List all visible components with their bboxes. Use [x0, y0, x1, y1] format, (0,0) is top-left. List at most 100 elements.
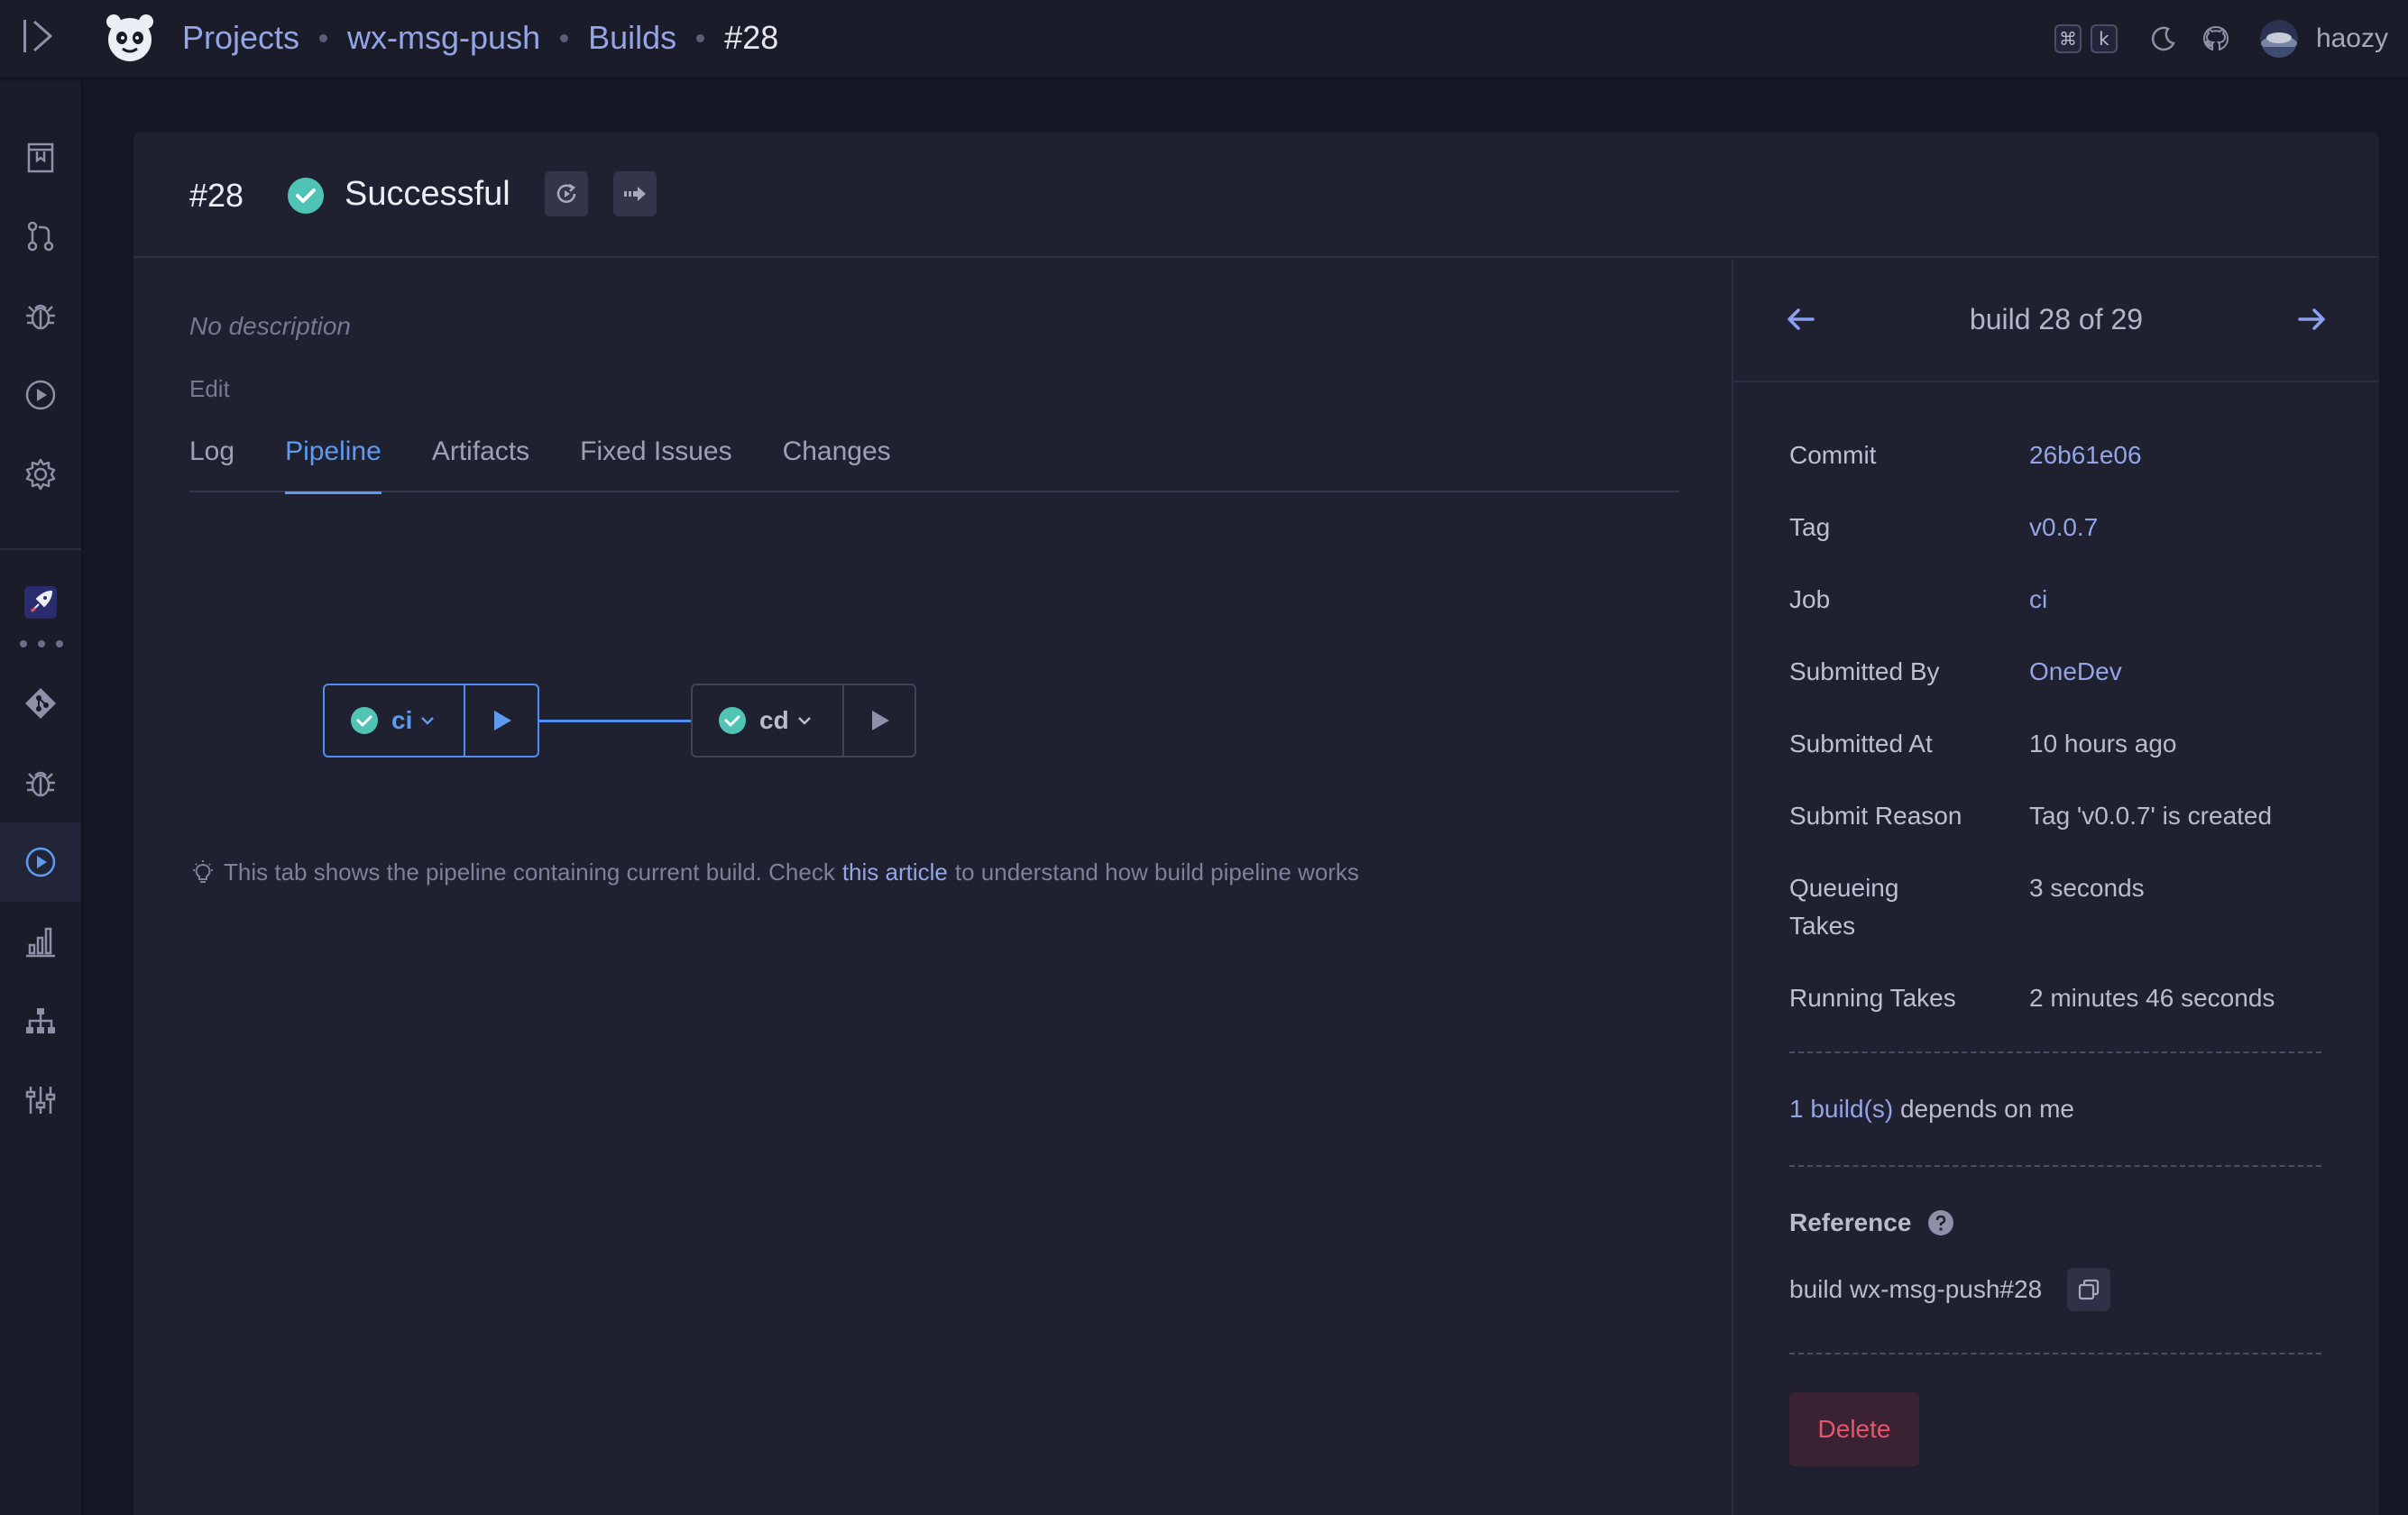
prop-tag: Tag v0.0.7 [1789, 509, 2321, 546]
rebuild-button[interactable] [545, 171, 588, 216]
arrow-right-icon[interactable] [2293, 299, 2332, 339]
tip-text-end: to understand how build pipeline works [954, 858, 1359, 886]
build-main-content: No description Edit Log Pipeline Artifac… [133, 260, 1730, 1515]
job-label: ci [391, 706, 413, 734]
tip-text: This tab shows the pipeline containing c… [224, 858, 835, 886]
dependents-link[interactable]: 1 build(s) [1789, 1095, 1893, 1123]
sidebar-item-builds[interactable] [0, 355, 81, 435]
tab-artifacts[interactable]: Artifacts [432, 436, 529, 492]
prop-key: Running Takes [1789, 984, 1956, 1012]
success-check-icon [351, 707, 378, 734]
forward-stream-icon [624, 187, 646, 201]
play-circle-icon [25, 380, 56, 410]
user-avatar[interactable] [2259, 20, 2298, 58]
dependents-info: 1 build(s) depends on me [1789, 1095, 2321, 1124]
breadcrumb-separator [319, 33, 328, 42]
prop-queueing-takes: Queueing Takes 3 seconds [1789, 869, 2321, 945]
prop-key: Queueing Takes [1789, 874, 1899, 940]
run-ci-button[interactable] [465, 685, 538, 756]
edit-description-link[interactable]: Edit [189, 375, 230, 403]
topbar-actions: ⌘ k haozy [2054, 16, 2408, 61]
prop-key: Job [1789, 585, 1831, 613]
breadcrumb-project[interactable]: wx-msg-push [347, 19, 540, 57]
prop-key: Submitted By [1789, 657, 1940, 685]
command-key-hint[interactable]: ⌘ [2054, 24, 2082, 53]
run-job-button[interactable] [613, 171, 657, 216]
github-icon[interactable] [2201, 23, 2231, 54]
projects-icon [27, 142, 54, 173]
success-check-icon [287, 177, 325, 215]
play-icon [872, 711, 889, 730]
breadcrumb: Projects wx-msg-push Builds #28 [182, 15, 778, 60]
job-cd-dropdown[interactable]: cd [693, 685, 844, 756]
sidebar [0, 81, 83, 1515]
lightbulb-icon [193, 859, 213, 883]
prop-value: 2 minutes 46 seconds [2029, 984, 2275, 1012]
breadcrumb-separator [696, 33, 705, 42]
tab-log[interactable]: Log [189, 436, 234, 492]
divider [1789, 1051, 2321, 1053]
reference-value-row: build wx-msg-push#28 [1789, 1268, 2321, 1311]
reference-value: build wx-msg-push#28 [1789, 1275, 2043, 1303]
job-ci-dropdown[interactable]: ci [325, 685, 465, 756]
copy-reference-button[interactable] [2067, 1268, 2111, 1311]
prop-value: Tag 'v0.0.7' is created [2029, 802, 2273, 830]
sidebar-item-code[interactable] [0, 664, 81, 743]
project-menu-dots-icon[interactable] [20, 640, 63, 651]
bug-icon [26, 771, 55, 797]
dark-mode-icon[interactable] [2148, 23, 2179, 54]
prop-key: Submitted At [1789, 730, 1933, 758]
top-bar: Projects wx-msg-push Builds #28 ⌘ k haoz… [0, 0, 2408, 79]
sidebar-item-project-builds[interactable] [0, 822, 81, 902]
prop-submitted-by: Submitted By OneDev [1789, 653, 2321, 691]
sidebar-item-project-issues[interactable] [0, 743, 81, 822]
submitter-link[interactable]: OneDev [2029, 653, 2321, 691]
tab-fixed-issues[interactable]: Fixed Issues [580, 436, 731, 492]
onedev-logo-icon[interactable] [103, 11, 157, 65]
project-avatar-icon[interactable] [24, 586, 57, 619]
prop-submit-reason: Submit Reason Tag 'v0.0.7' is created [1789, 797, 2321, 835]
divider [1789, 1353, 2321, 1354]
help-icon[interactable] [1927, 1209, 1954, 1236]
build-description: No description [189, 312, 351, 340]
sidebar-item-issues[interactable] [0, 276, 81, 355]
k-key-hint[interactable]: k [2090, 24, 2118, 53]
pipeline-node-cd: cd [691, 684, 916, 758]
breadcrumb-projects[interactable]: Projects [182, 19, 299, 57]
tag-link[interactable]: v0.0.7 [2029, 509, 2321, 546]
tip-article-link[interactable]: this article [842, 858, 948, 886]
prop-submitted-at: Submitted At 10 hours ago [1789, 725, 2321, 763]
rebuild-icon [556, 183, 576, 203]
sidebar-toggle-icon[interactable] [20, 16, 56, 56]
prop-job: Job ci [1789, 581, 2321, 619]
prop-key: Tag [1789, 513, 1831, 541]
build-properties: Commit 26b61e06 Tag v0.0.7 Job ci Submit… [1789, 436, 2321, 1466]
username[interactable]: haozy [2316, 23, 2388, 54]
sidebar-item-child-projects[interactable] [0, 981, 81, 1060]
sidebar-item-settings[interactable] [0, 1060, 81, 1140]
sidebar-item-administration[interactable] [0, 435, 81, 514]
commit-link[interactable]: 26b61e06 [2029, 436, 2321, 474]
build-info-panel: build 28 of 29 Commit 26b61e06 Tag v0.0.… [1732, 260, 2379, 1515]
git-icon [25, 688, 56, 719]
sidebar-item-statistics[interactable] [0, 902, 81, 981]
sidebar-item-projects[interactable] [0, 117, 81, 197]
prop-value: 3 seconds [2029, 874, 2145, 902]
success-check-icon [719, 707, 746, 734]
tab-changes[interactable]: Changes [783, 436, 891, 492]
tab-pipeline[interactable]: Pipeline [285, 436, 381, 494]
sidebar-divider [0, 548, 81, 550]
job-link[interactable]: ci [2029, 581, 2321, 619]
bar-chart-icon [26, 927, 55, 958]
sidebar-item-pull-requests[interactable] [0, 197, 81, 276]
build-navigator: build 28 of 29 [1733, 260, 2379, 382]
build-tabs: Log Pipeline Artifacts Fixed Issues Chan… [189, 436, 1679, 494]
build-header: #28 Successful [133, 132, 2379, 258]
breadcrumb-current: #28 [724, 19, 779, 56]
prop-running-takes: Running Takes 2 minutes 46 seconds [1789, 979, 2321, 1017]
delete-build-button[interactable]: Delete [1789, 1392, 1919, 1466]
breadcrumb-builds[interactable]: Builds [588, 19, 676, 57]
prop-key: Commit [1789, 441, 1877, 469]
dependents-text: depends on me [1899, 1095, 2074, 1123]
run-cd-button[interactable] [844, 685, 914, 756]
